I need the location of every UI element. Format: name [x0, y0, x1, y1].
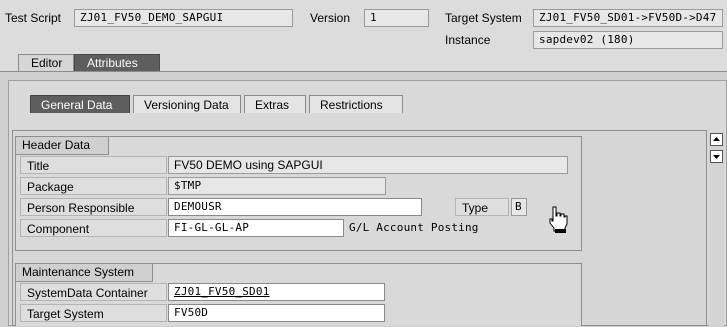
target-system-row-label: Target System — [20, 304, 167, 322]
type-field[interactable]: B — [511, 198, 527, 216]
target-system-row-field[interactable]: FV50D — [168, 304, 385, 322]
tab-general-data[interactable]: General Data — [30, 95, 130, 113]
target-system-field[interactable]: ZJ01_FV50_SD01->FV50D->D47 — [533, 9, 723, 27]
type-label: Type — [455, 198, 509, 216]
person-responsible-field[interactable]: DEMOUSR — [168, 198, 422, 216]
package-label: Package — [20, 177, 167, 195]
hand-cursor-icon — [549, 206, 568, 233]
vertical-scrollbar[interactable] — [709, 132, 724, 326]
title-field[interactable]: FV50 DEMO using SAPGUI — [168, 156, 568, 174]
arrow-up-icon — [713, 137, 720, 141]
test-script-label: Test Script — [5, 11, 62, 25]
tab-extras[interactable]: Extras — [244, 95, 306, 113]
instance-label: Instance — [445, 33, 491, 47]
person-responsible-label: Person Responsible — [20, 198, 167, 216]
systemdata-container-field[interactable]: ZJ01_FV50_SD01 — [168, 283, 385, 301]
title-label: Title — [20, 156, 167, 174]
version-label: Version — [310, 11, 351, 25]
tab-restrictions[interactable]: Restrictions — [309, 95, 403, 113]
header-data-title: Header Data — [16, 137, 110, 155]
instance-field[interactable]: sapdev02 (180) — [533, 31, 723, 49]
target-system-label: Target System — [445, 11, 522, 25]
tab-attributes[interactable]: Attributes — [74, 54, 160, 71]
scroll-down-button[interactable] — [710, 150, 723, 163]
package-field[interactable]: $TMP — [168, 177, 386, 195]
test-script-field[interactable]: ZJ01_FV50_DEMO_SAPGUI — [74, 9, 293, 27]
tab-versioning-data[interactable]: Versioning Data — [133, 95, 241, 113]
systemdata-container-label: SystemData Container — [20, 283, 167, 301]
component-field[interactable]: FI-GL-GL-AP — [168, 219, 344, 237]
scroll-up-button[interactable] — [710, 133, 723, 146]
version-field[interactable]: 1 — [364, 9, 429, 27]
component-label: Component — [20, 219, 167, 237]
arrow-down-icon — [713, 155, 720, 159]
component-description: G/L Account Posting — [349, 221, 479, 234]
maintenance-system-title: Maintenance System — [16, 264, 154, 282]
tab-editor[interactable]: Editor — [18, 54, 74, 71]
